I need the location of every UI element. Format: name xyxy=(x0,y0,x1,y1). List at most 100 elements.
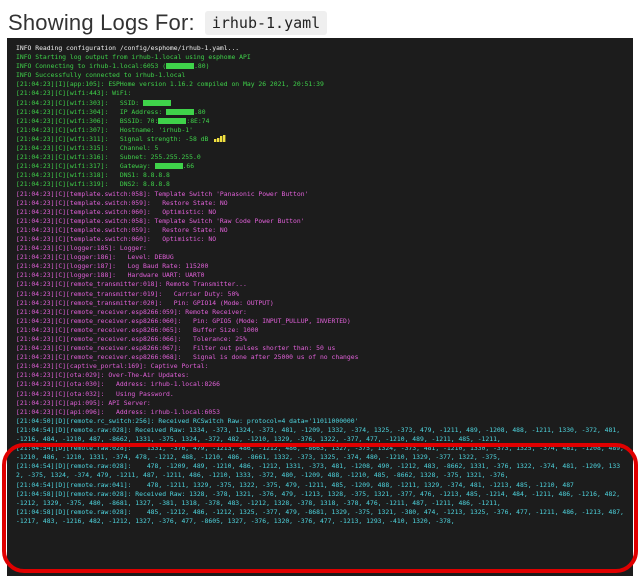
log-line-text: INFO Starting log output from irhub-1.lo… xyxy=(16,53,251,62)
log-line: [21:04:23][C][wifi:319]: DNS2: 8.8.8.8 xyxy=(16,180,626,189)
log-line-text: [21:04:23][C][remote_receiver.esp8266:06… xyxy=(16,353,359,362)
log-line-text: [21:04:23][C][logger:186]: Level: DEBUG xyxy=(16,253,174,262)
log-line: [21:04:23][C][remote_receiver.esp8266:06… xyxy=(16,317,626,326)
log-line-text: [21:04:54][D][remote.raw:028]: 478, -120… xyxy=(16,462,621,480)
redacted-value xyxy=(142,99,171,106)
log-line-text: [21:04:23][C][remote_receiver.esp8266:05… xyxy=(16,307,247,316)
log-line-text: [21:04:23][C][ota:030]: Address: irhub-1… xyxy=(16,380,220,389)
log-line: INFO Successfully connected to irhub-1.l… xyxy=(16,71,626,80)
log-line-text: [21:04:23][C][template.switch:058]: Temp… xyxy=(16,189,309,198)
log-line: INFO Reading configuration /config/espho… xyxy=(16,44,626,53)
log-line: [21:04:58][D][remote.raw:028]: Received … xyxy=(16,490,626,508)
log-line: [21:04:23][C][remote_receiver.esp8266:06… xyxy=(16,344,626,353)
redacted-value xyxy=(166,108,195,115)
log-line-text: [21:04:23][C][captive_portal:169]: Capti… xyxy=(16,362,209,371)
log-line-text: [21:04:58][D][remote.raw:028]: 485, -121… xyxy=(16,507,628,525)
log-line-text: [21:04:58][D][remote.raw:028]: Received … xyxy=(16,489,624,507)
log-line: INFO Connecting to irhub-1.local:6053 (.… xyxy=(16,62,626,71)
log-console[interactable]: INFO Reading configuration /config/espho… xyxy=(7,38,633,576)
log-line: [21:04:23][C][remote_receiver.esp8266:06… xyxy=(16,326,626,335)
log-line: [21:04:23][C][wifi:318]: DNS1: 8.8.8.8 xyxy=(16,171,626,180)
log-line: [21:04:23][I][app:105]: ESPHome version … xyxy=(16,80,626,89)
log-line: [21:04:23][C][ota:030]: Address: irhub-1… xyxy=(16,380,626,389)
log-line-text: INFO Reading configuration /config/espho… xyxy=(16,44,240,52)
log-line: INFO Starting log output from irhub-1.lo… xyxy=(16,53,626,62)
log-line: [21:04:23][C][template.switch:060]: Opti… xyxy=(16,235,626,244)
log-line: [21:04:54][D][remote.raw:028]: 478, -120… xyxy=(16,462,626,480)
log-line-text: [21:04:23][C][wifi:315]: Channel: 5 xyxy=(16,144,159,153)
log-line-text: [21:04:23][C][wifi:316]: Subnet: 255.255… xyxy=(16,153,201,162)
log-line-text: [21:04:23][C][api:095]: API Server: xyxy=(16,398,151,407)
log-line-text: [21:04:23][C][remote_receiver.esp8266:06… xyxy=(16,335,247,343)
log-line-text: [21:04:23][C][logger:185]: Logger: xyxy=(16,244,147,253)
log-line-text: [21:04:23][C][template.switch:060]: Opti… xyxy=(16,207,217,216)
log-line-suffix: .66 xyxy=(182,162,195,171)
log-line-text: [21:04:23][I][app:105]: ESPHome version … xyxy=(16,80,324,89)
log-line: [21:04:23][C][captive_portal:169]: Capti… xyxy=(16,362,626,371)
log-line-text: [21:04:50][D][remote.rc_switch:256]: Rec… xyxy=(16,416,359,425)
log-line-text: [21:04:23][C][remote_transmitter:020]: P… xyxy=(16,298,274,307)
log-line: [21:04:50][D][remote.rc_switch:256]: Rec… xyxy=(16,417,626,426)
log-line: [21:04:54][D][remote.raw:028]: Received … xyxy=(16,426,626,444)
log-line: [21:04:23][C][logger:186]: Level: DEBUG xyxy=(16,253,626,262)
log-line: [21:04:23][C][wifi:306]: BSSID: 70: :8E:7… xyxy=(16,117,626,126)
log-line: [21:04:23][C][remote_transmitter:018]: R… xyxy=(16,280,626,289)
log-line: [21:04:23][C][template.switch:058]: Temp… xyxy=(16,217,626,226)
log-line-text: [21:04:23][C][logger:188]: Hardware UART… xyxy=(16,271,205,280)
log-line-text: [21:04:23][C][wifi:306]: BSSID: 70: xyxy=(16,116,159,125)
log-line: [21:04:58][D][remote.raw:028]: 485, -121… xyxy=(16,508,626,526)
log-line-text: [21:04:23][C][remote_receiver.esp8266:06… xyxy=(16,325,259,334)
log-line-text: [21:04:54][D][remote.raw:028]: Received … xyxy=(16,425,624,444)
log-line: [21:04:54][D][remote.raw:028]: 1331, -37… xyxy=(16,444,626,462)
log-line-text: [21:04:23][C][remote_transmitter:019]: C… xyxy=(16,289,240,298)
log-line: [21:04:23][C][wifi:317]: Gateway: .66 xyxy=(16,162,626,171)
log-line: [21:04:23][C][api:096]: Address: irhub-1… xyxy=(16,408,626,417)
log-line: [21:04:23][C][logger:185]: Logger: xyxy=(16,244,626,253)
log-line-suffix: .80) xyxy=(194,62,210,71)
log-line-text: [21:04:23][C][wifi:304]: IP Address: xyxy=(16,107,167,116)
log-line-text: [21:04:54][D][remote.raw:041]: 478, -121… xyxy=(16,480,574,489)
log-line-text: [21:04:23][C][wifi:307]: Hostname: 'irhu… xyxy=(16,125,193,134)
log-line-text: [21:04:23][C][ota:032]: Using Password. xyxy=(16,389,174,398)
log-line-text: INFO Successfully connected to irhub-1.l… xyxy=(16,71,186,80)
log-line: [21:04:23][C][ota:029]: Over-The-Air Upd… xyxy=(16,371,626,380)
log-line: [21:04:23][C][remote_receiver.esp8266:06… xyxy=(16,335,626,344)
log-line: [21:04:23][C][template.switch:060]: Opti… xyxy=(16,208,626,217)
log-line-text: [21:04:23][C][template.switch:060]: Opti… xyxy=(16,234,217,243)
log-line: [21:04:23][C][logger:187]: Log Baud Rate… xyxy=(16,262,626,271)
log-line-text: [21:04:23][C][wifi:319]: DNS2: 8.8.8.8 xyxy=(16,180,170,189)
log-line-text: [21:04:23][C][ota:029]: Over-The-Air Upd… xyxy=(16,371,190,380)
signal-strength-icon xyxy=(214,135,226,143)
log-line-text: [21:04:23][C][wifi:443]: WiFi: xyxy=(16,89,132,98)
log-line: [21:04:23][C][template.switch:059]: Rest… xyxy=(16,226,626,235)
log-line-text: [21:04:23][C][wifi:311]: Signal strength… xyxy=(16,134,209,143)
log-line-text: [21:04:23][C][logger:187]: Log Baud Rate… xyxy=(16,262,209,271)
log-line-text: [21:04:23][C][wifi:317]: Gateway: xyxy=(16,162,155,171)
log-line-suffix: .80 xyxy=(194,107,206,116)
log-line: [21:04:54][D][remote.raw:041]: 478, -121… xyxy=(16,481,626,490)
log-line: [21:04:23][C][template.switch:058]: Temp… xyxy=(16,190,626,199)
log-line: [21:04:23][C][wifi:443]: WiFi: xyxy=(16,89,626,98)
log-line-suffix: :8E:74 xyxy=(186,116,210,125)
log-line-text: [21:04:23][C][remote_transmitter:018]: R… xyxy=(16,280,247,289)
log-line-text: [21:04:23][C][wifi:318]: DNS1: 8.8.8.8 xyxy=(16,171,170,180)
log-line: [21:04:23][C][wifi:316]: Subnet: 255.255… xyxy=(16,153,626,162)
log-line: [21:04:23][C][api:095]: API Server: xyxy=(16,399,626,408)
log-line: [21:04:23][C][template.switch:059]: Rest… xyxy=(16,199,626,208)
log-line-text: [21:04:54][D][remote.raw:028]: 1331, -37… xyxy=(16,444,628,462)
log-header: Showing Logs For: irhub-1.yaml xyxy=(8,8,328,38)
log-line: [21:04:23][C][wifi:315]: Channel: 5 xyxy=(16,144,626,153)
log-line: [21:04:23][C][remote_transmitter:019]: C… xyxy=(16,290,626,299)
log-line-text: [21:04:23][C][template.switch:059]: Rest… xyxy=(16,198,228,207)
log-line: [21:04:23][C][wifi:307]: Hostname: 'irhu… xyxy=(16,126,626,135)
log-line-text: [21:04:23][C][template.switch:059]: Rest… xyxy=(16,225,228,234)
log-line-text: [21:04:23][C][remote_receiver.esp8266:06… xyxy=(16,316,351,325)
config-filename: irhub-1.yaml xyxy=(204,11,328,35)
log-line: [21:04:23][C][wifi:311]: Signal strength… xyxy=(16,135,626,144)
log-line: [21:04:23][C][wifi:303]: SSID: xyxy=(16,99,626,108)
log-line: [21:04:23][C][wifi:304]: IP Address: .80 xyxy=(16,108,626,117)
log-line: [21:04:23][C][remote_receiver.esp8266:06… xyxy=(16,353,626,362)
log-line-text: [21:04:23][C][template.switch:058]: Temp… xyxy=(16,216,305,225)
log-line: [21:04:23][C][remote_transmitter:020]: P… xyxy=(16,299,626,308)
log-line-text: [21:04:23][C][wifi:303]: SSID: xyxy=(16,98,143,107)
